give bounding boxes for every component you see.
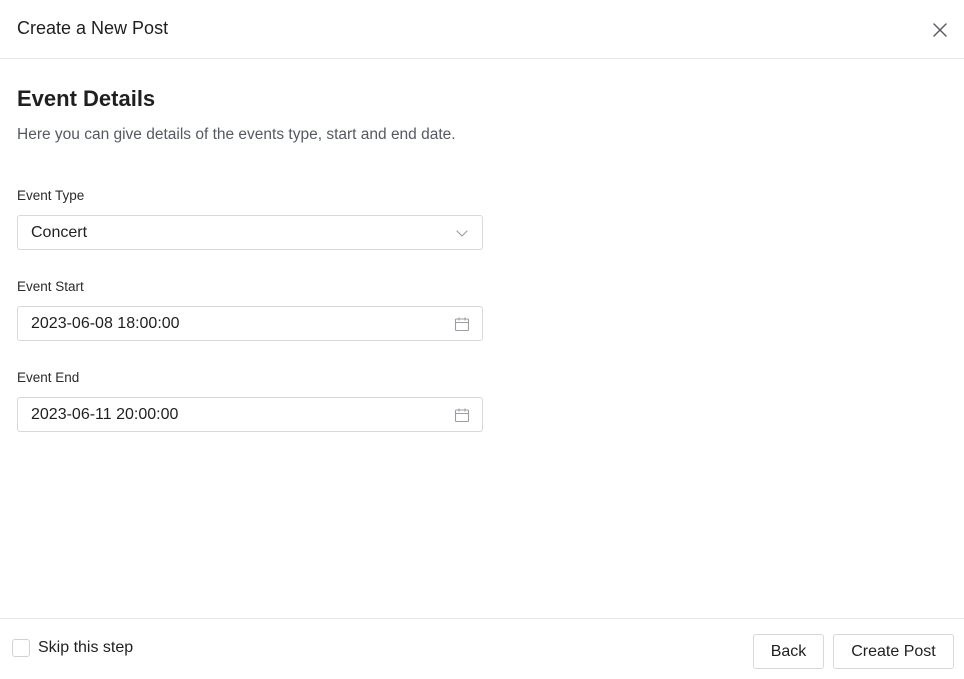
event-start-value: 2023-06-08 18:00:00: [31, 315, 180, 332]
calendar-icon[interactable]: [454, 407, 470, 423]
create-post-modal: Create a New Post Event Details Here you…: [0, 0, 964, 679]
section-description: Here you can give details of the events …: [17, 126, 456, 143]
event-type-label: Event Type: [17, 188, 85, 203]
event-type-select[interactable]: Concert: [17, 215, 483, 250]
event-start-label: Event Start: [17, 279, 84, 294]
back-button[interactable]: Back: [753, 634, 824, 669]
skip-step-checkbox[interactable]: [12, 639, 30, 657]
create-post-button[interactable]: Create Post: [833, 634, 954, 669]
event-end-label: Event End: [17, 370, 80, 385]
calendar-icon[interactable]: [454, 316, 470, 332]
event-type-value: Concert: [31, 224, 88, 241]
event-end-datepicker[interactable]: 2023-06-11 20:00:00: [17, 397, 483, 432]
section-title: Event Details: [17, 86, 156, 111]
event-start-datepicker[interactable]: 2023-06-08 18:00:00: [17, 306, 483, 341]
skip-step-option[interactable]: Skip this step: [12, 639, 133, 657]
modal-title: Create a New Post: [17, 18, 169, 38]
close-button[interactable]: [929, 19, 951, 41]
close-icon: [933, 23, 947, 37]
modal-header: Create a New Post: [0, 0, 964, 59]
event-end-value: 2023-06-11 20:00:00: [31, 406, 179, 423]
modal-footer: Skip this step Back Create Post: [0, 618, 964, 679]
skip-step-label[interactable]: Skip this step: [38, 639, 133, 657]
chevron-down-icon: [454, 225, 470, 241]
